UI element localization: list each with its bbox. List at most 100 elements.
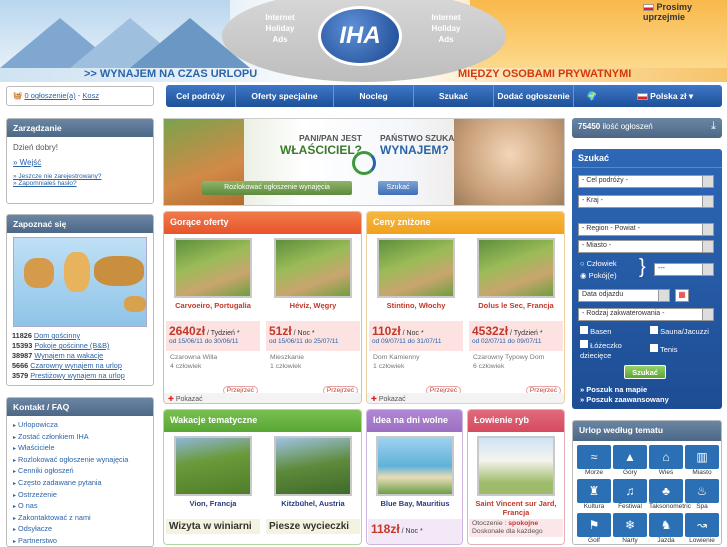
person-radio[interactable]: ○ Człowiek [580, 259, 617, 268]
listing-meta: Czarowna Willa 4 człowiek [170, 354, 218, 370]
search-submit-button[interactable]: Szukać [624, 365, 666, 379]
cart-link[interactable]: Kosz [82, 91, 99, 100]
forgot-password-link[interactable]: » Zapomniałeś hasło? [7, 180, 153, 187]
reduced-more-link[interactable]: ✚ Pokazać [367, 393, 564, 403]
nature-icon[interactable]: ♣ [649, 479, 683, 503]
bullet-icon: ▸ [13, 434, 17, 441]
contact-link[interactable]: ▸ Zostać członkiem IHA [13, 432, 147, 444]
city-icon[interactable]: ▥ [685, 445, 719, 469]
theme-label: Morze [584, 469, 604, 476]
contact-link[interactable]: ▸ Właściciele [13, 443, 147, 455]
polish-flag-icon [636, 92, 648, 100]
contact-link[interactable]: ▸ Cenniki ogłoszeń [13, 466, 147, 478]
discover-panel: Zapoznać się 11826 Dom gościnny 15393 Po… [6, 214, 154, 386]
sea-icon[interactable]: ≈ [577, 445, 611, 469]
listing-count-bar: 75450 ilość ogłoszeń ⤓ [572, 118, 722, 138]
header: Internet Holiday Ads IHA Internet Holiday Ad… [0, 0, 727, 82]
themed-holidays-box: Wakacje tematyczne Vion, Francja Wizyta … [163, 409, 362, 545]
reduced-prices-box: Ceny zniżone Stintino, Włochy 110zł / Noc… [366, 211, 565, 404]
region-select[interactable]: - Region - Powiat - [578, 223, 714, 236]
calendar-icon[interactable]: ▦ [675, 289, 689, 302]
village-icon[interactable]: ⌂ [649, 445, 683, 469]
register-link[interactable]: » Jeszcze nie zarejestrowany? [7, 167, 153, 180]
search-button[interactable]: Szukać [378, 181, 418, 195]
contact-title: Kontakt / FAQ [7, 398, 153, 416]
card-title: Blue Bay, Mauritius [380, 499, 450, 508]
theme-label: Lowienie [689, 537, 715, 544]
promo-banner: PANI/PAN JEST WŁAŚCICIEL? Rozlokować ogł… [163, 118, 565, 206]
offer-card[interactable]: Dolus le Sec, Francja 4532zł / Tydzień * o… [469, 238, 563, 395]
culture-icon[interactable]: ♜ [577, 479, 611, 503]
country-select[interactable]: - Kraj - [578, 195, 714, 208]
post-listing-button[interactable]: Rozlokować ogłoszenie wynajęcia [202, 181, 352, 195]
cart-box: 🧺 0 ogłoszenie(a) - Kosz [6, 86, 154, 106]
theme-label: Kultura [583, 503, 605, 510]
city-select[interactable]: - Miasto - [578, 240, 714, 253]
destination-select[interactable]: - Cel podróży - [578, 175, 714, 188]
nav-special-offers[interactable]: Oferty specjalne [236, 85, 334, 107]
rooms-radio[interactable]: ◉ Pokój(e) [580, 271, 617, 280]
amenity-sauna[interactable]: Sauna/Jacuzzi [650, 326, 709, 337]
contact-link[interactable]: ▸ Rozlokować ogłoszenie wynajęcia [13, 455, 147, 467]
theme-label: Spa [696, 503, 708, 510]
nav-lodging[interactable]: Nocleg [334, 85, 414, 107]
contact-link[interactable]: ▸ Zakontaktować z nami [13, 513, 147, 525]
theme-label: Narty [622, 537, 638, 544]
search-title: Szukać [572, 149, 722, 168]
contact-panel: Kontakt / FAQ ▸ Urlopowicza ▸ Zostać czło… [6, 397, 154, 547]
amenity-pool[interactable]: Basen [580, 326, 611, 337]
contact-link[interactable]: ▸ Partnerstwo [13, 536, 147, 546]
ski-icon[interactable]: ❄ [613, 513, 647, 537]
ski-chalet-illustration [0, 0, 250, 68]
advanced-search-link[interactable]: » Poszuk zaawansowany [580, 395, 669, 404]
offer-card[interactable]: Hévíz, Węgry 51zł / Noc * od 15/06/11 do 2… [266, 238, 360, 395]
offer-card[interactable]: Carvoeiro, Portugalia 2640zł / Tydzień * o… [166, 238, 260, 395]
accommodation-type-select[interactable]: - Rodzaj zakwaterowania - [578, 308, 714, 321]
idea-card[interactable]: Blue Bay, Mauritius 118zł / Noc * [368, 436, 462, 544]
spa-icon[interactable]: ♨ [685, 479, 719, 503]
theme-label: Góry [622, 469, 638, 476]
apology-link[interactable]: Prosimy uprzejmie [643, 2, 727, 22]
amenity-tennis[interactable]: Tenis [650, 344, 677, 355]
theme-label: Wieś [658, 469, 674, 476]
nav-destination[interactable]: Cel podróży [166, 85, 236, 107]
price-box: 110zł / Noc * od 09/07/11 do 31/07/11 [369, 321, 463, 351]
map-search-link[interactable]: » Poszuk na mapie [580, 385, 647, 394]
brace-icon: } [639, 256, 646, 278]
quantity-select[interactable]: --- [654, 263, 714, 276]
mountain-icon[interactable]: ▲ [613, 445, 647, 469]
contact-link[interactable]: ▸ Często zadawane pytania [13, 478, 147, 490]
bullet-icon: ▸ [13, 480, 17, 487]
iha-logo[interactable]: IHA [318, 6, 402, 66]
language-currency-select[interactable]: Polska zł ▾ [610, 85, 720, 107]
themed-card[interactable]: Vion, Francja Wizyta w winiarni [166, 436, 260, 534]
offer-card[interactable]: Stintino, Włochy 110zł / Noc * od 09/07/11… [369, 238, 463, 395]
hot-more-link[interactable]: ✚ Pokazać [164, 393, 361, 403]
login-link[interactable]: » Wejść [7, 158, 153, 167]
fishing-card[interactable]: Saint Vincent sur Jard, Francja Otoczeni… [469, 436, 563, 537]
contact-link[interactable]: ▸ Urlopowicza [13, 420, 147, 432]
world-map-icon[interactable]: 🌍 [574, 85, 610, 107]
world-map[interactable] [13, 237, 147, 327]
riding-icon[interactable]: ♞ [649, 513, 683, 537]
contact-link[interactable]: ▸ Ostrzeżenie [13, 490, 147, 502]
fishing-icon[interactable]: ↝ [685, 513, 719, 537]
stat-row: 11826 Dom gościnny [12, 331, 81, 340]
ideas-box: Idea na dni wolne Blue Bay, Mauritius 11… [366, 409, 463, 545]
contact-link[interactable]: ▸ Odsyłacze [13, 524, 147, 536]
bullet-icon: ▸ [13, 492, 17, 499]
bullet-icon: ▸ [13, 515, 17, 522]
cart-count-link[interactable]: 0 ogłoszenie(a) [24, 91, 75, 100]
basket-icon: 🧺 [13, 91, 23, 100]
nav-add-listing[interactable]: Dodać ogłoszenie [494, 85, 574, 107]
festival-icon[interactable]: ♫ [613, 479, 647, 503]
golf-icon[interactable]: ⚑ [577, 513, 611, 537]
download-arrow-icon[interactable]: ⤓ [711, 120, 716, 133]
amenity-crib[interactable]: Łóżeczko dziecięce [580, 340, 645, 361]
departure-date-input[interactable]: Data odjazdu [578, 289, 670, 302]
nav-search[interactable]: Szukać [414, 85, 494, 107]
card-title: Kitzbühel, Austria [281, 499, 345, 508]
price-box: 4532zł / Tydzień * od 02/07/11 do 09/07/1… [469, 321, 563, 351]
contact-link[interactable]: ▸ O nas [13, 501, 147, 513]
themed-card[interactable]: Kitzbühel, Austria Piesze wycieczki [266, 436, 360, 534]
